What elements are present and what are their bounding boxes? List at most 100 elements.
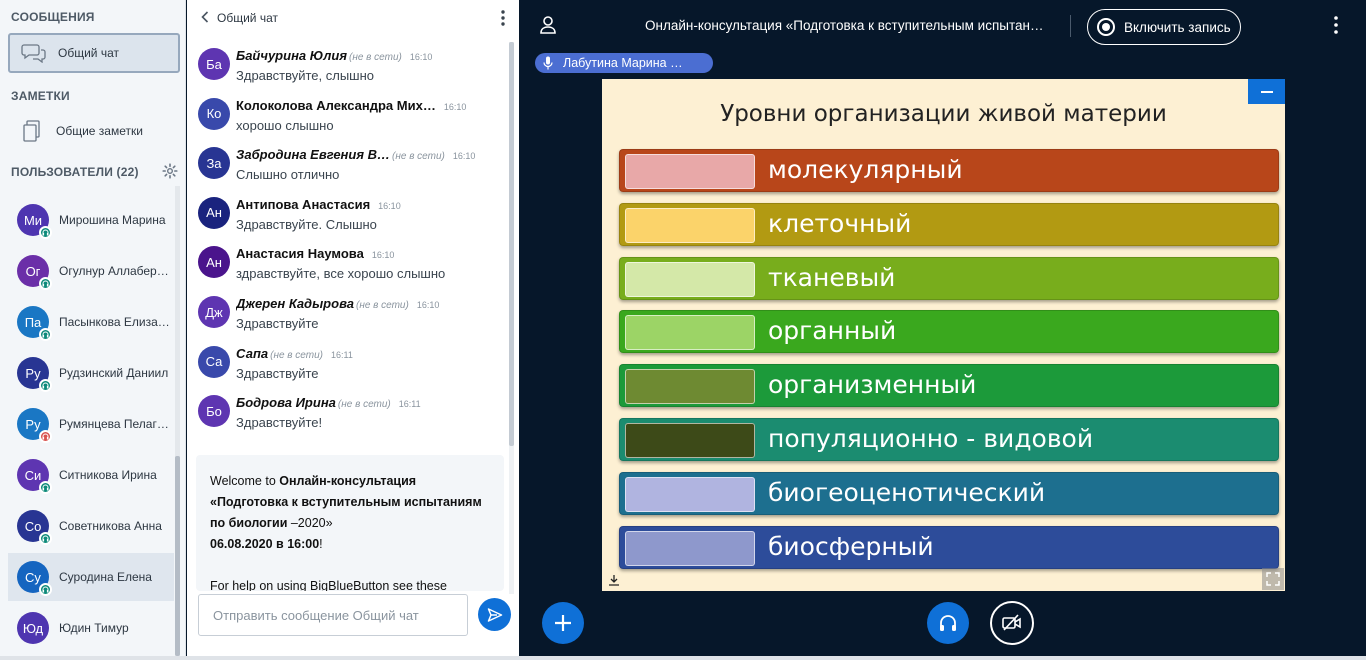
record-icon — [1097, 18, 1115, 36]
chat-title[interactable]: Общий чат — [217, 11, 278, 25]
avatar-initials: Ру — [25, 365, 41, 381]
audio-button[interactable] — [927, 602, 969, 644]
minimize-presentation-button[interactable] — [1248, 79, 1285, 104]
level-label: клеточный — [768, 208, 912, 238]
message-header: Анастасия Наумова 16:10 — [236, 246, 394, 261]
message-header: Антипова Анастасия 16:10 — [236, 197, 401, 212]
message-text: Здравствуйте! — [236, 415, 323, 431]
avatar: Ог — [17, 255, 52, 290]
level-swatch — [625, 476, 755, 512]
shared-notes-item[interactable]: Общие заметки — [8, 111, 180, 151]
message-text: Здравствуйте — [236, 365, 319, 381]
chat-bubbles-icon — [10, 43, 58, 63]
shared-notes-label: Общие заметки — [56, 124, 143, 138]
offline-label: (не в сети) — [355, 300, 409, 311]
level-label: тканевый — [768, 262, 896, 292]
user-list-item[interactable]: Ог Огулнур Аллабер… — [8, 247, 174, 295]
message-time: 16:11 — [398, 399, 421, 410]
actions-button[interactable] — [542, 602, 584, 644]
chat-scroll-thumb[interactable] — [509, 42, 514, 446]
microphone-muted-icon — [39, 430, 52, 443]
user-list-item[interactable]: Си Ситникова Ирина — [8, 451, 174, 499]
meeting-title: Онлайн-консультация «Подготовка к вступи… — [645, 18, 1044, 33]
level-swatch — [625, 369, 755, 405]
welcome-message: Welcome to Онлайн-консультация «Подготов… — [196, 455, 504, 591]
message-header: Джерен Кадырова (не в сети) 16:10 — [236, 296, 439, 311]
talking-indicator[interactable]: Лабутина Марина … — [535, 53, 713, 73]
user-name: Румянцева Пелаг… — [59, 417, 169, 431]
user-name: Огулнур Аллабер… — [59, 264, 169, 278]
user-name: Мирошина Марина — [59, 213, 166, 227]
avatar-initials: Бо — [206, 403, 222, 419]
download-icon[interactable] — [608, 573, 620, 586]
avatar: Дж — [198, 296, 230, 328]
avatar-initials: Па — [24, 314, 42, 330]
gear-icon[interactable] — [162, 163, 178, 179]
more-options-icon[interactable] — [1334, 16, 1338, 34]
send-button[interactable] — [478, 598, 511, 631]
user-list-item[interactable]: Ру Рудзинский Даниил — [8, 349, 174, 397]
avatar-initials: Ог — [25, 263, 41, 279]
message-text: хорошо слышно — [236, 117, 334, 133]
chevron-left-icon[interactable] — [201, 10, 209, 26]
slide-title: Уровни организации живой материи — [720, 101, 1167, 127]
user-list-item[interactable]: Юд Юдин Тимур — [8, 604, 174, 652]
record-button[interactable]: Включить запись — [1087, 9, 1241, 45]
message-sender: Бодрова Ирина — [236, 395, 336, 411]
message-text: Слышно отлично — [236, 167, 340, 183]
user-icon[interactable] — [539, 15, 557, 35]
chat-message: Ко Колоколова Александра Мих… 16:10 хорошо … — [187, 97, 507, 144]
user-list-item[interactable]: Ру Румянцева Пелаг… — [8, 400, 174, 448]
message-time: 16:10 — [452, 151, 476, 162]
avatar-initials: Юд — [22, 620, 44, 636]
listen-only-icon — [39, 277, 52, 290]
avatar: Са — [198, 345, 230, 378]
listen-only-icon — [39, 583, 52, 596]
message-header: Колоколова Александра Мих… 16:10 — [236, 98, 466, 113]
presentation-slide: Уровни организации живой материи молекул… — [602, 79, 1285, 591]
listen-only-icon — [39, 379, 52, 392]
public-chat-item[interactable]: Общий чат — [8, 33, 180, 73]
level-label: биогеоценотический — [768, 477, 1046, 507]
avatar-initials: Ба — [206, 56, 222, 72]
user-list-item[interactable]: Су Суродина Елена — [8, 553, 174, 601]
message-header: Сапа (не в сети) 16:11 — [236, 346, 353, 361]
level-swatch — [625, 207, 755, 243]
user-list-item[interactable]: Па Пасынкова Елиза… — [8, 298, 174, 346]
avatar: Ба — [198, 48, 230, 80]
video-button[interactable] — [990, 601, 1034, 645]
presentation-area: Онлайн-консультация «Подготовка к вступи… — [519, 0, 1366, 656]
user-list-scrollbar[interactable] — [175, 186, 180, 656]
chat-header: Общий чат — [187, 0, 519, 36]
chat-message-input[interactable]: Отправить сообщение Общий чат — [198, 594, 468, 636]
user-name: Пасынкова Елиза… — [59, 315, 170, 329]
avatar-initials: Си — [24, 467, 42, 483]
level-swatch — [625, 261, 755, 297]
minus-icon — [1260, 90, 1273, 93]
level-bar: молекулярный — [619, 149, 1279, 192]
avatar: Си — [17, 459, 52, 494]
level-bar: органный — [619, 310, 1279, 354]
notes-heading: ЗАМЕТКИ — [11, 89, 70, 103]
message-sender: Байчурина Юлия — [236, 48, 347, 63]
fullscreen-button[interactable] — [1262, 568, 1284, 590]
send-icon — [487, 607, 502, 622]
chat-message: Дж Джерен Кадырова (не в сети) 16:10 Здравст… — [187, 296, 507, 342]
user-list-scroll-thumb[interactable] — [175, 456, 180, 656]
user-list-item[interactable]: Ми Мирошина Марина — [8, 196, 174, 244]
avatar-initials: Ми — [23, 212, 43, 228]
chat-message: Ба Байчурина Юлия (не в сети) 16:10 Здравств… — [187, 48, 507, 94]
user-name: Юдин Тимур — [59, 621, 129, 635]
message-sender: Забродина Евгения В… — [236, 147, 391, 163]
more-options-icon[interactable] — [501, 10, 505, 26]
user-list-item[interactable]: Со Советникова Анна — [8, 502, 174, 550]
message-sender: Сапа — [236, 345, 269, 361]
level-bar: биогеоценотический — [619, 471, 1279, 515]
chat-message: Ан Антипова Анастасия 16:10 Здравствуйте. С… — [187, 196, 507, 243]
listen-only-icon — [39, 328, 52, 341]
message-text: Здравствуйте — [236, 316, 319, 331]
chat-scrollbar[interactable] — [509, 42, 514, 594]
avatar-initials: Ан — [206, 205, 222, 221]
chat-message: Ан Анастасия Наумова 16:10 здравствуйте, вс… — [187, 246, 507, 292]
message-header: Забродина Евгения В… (не в сети) 16:10 — [236, 147, 475, 162]
